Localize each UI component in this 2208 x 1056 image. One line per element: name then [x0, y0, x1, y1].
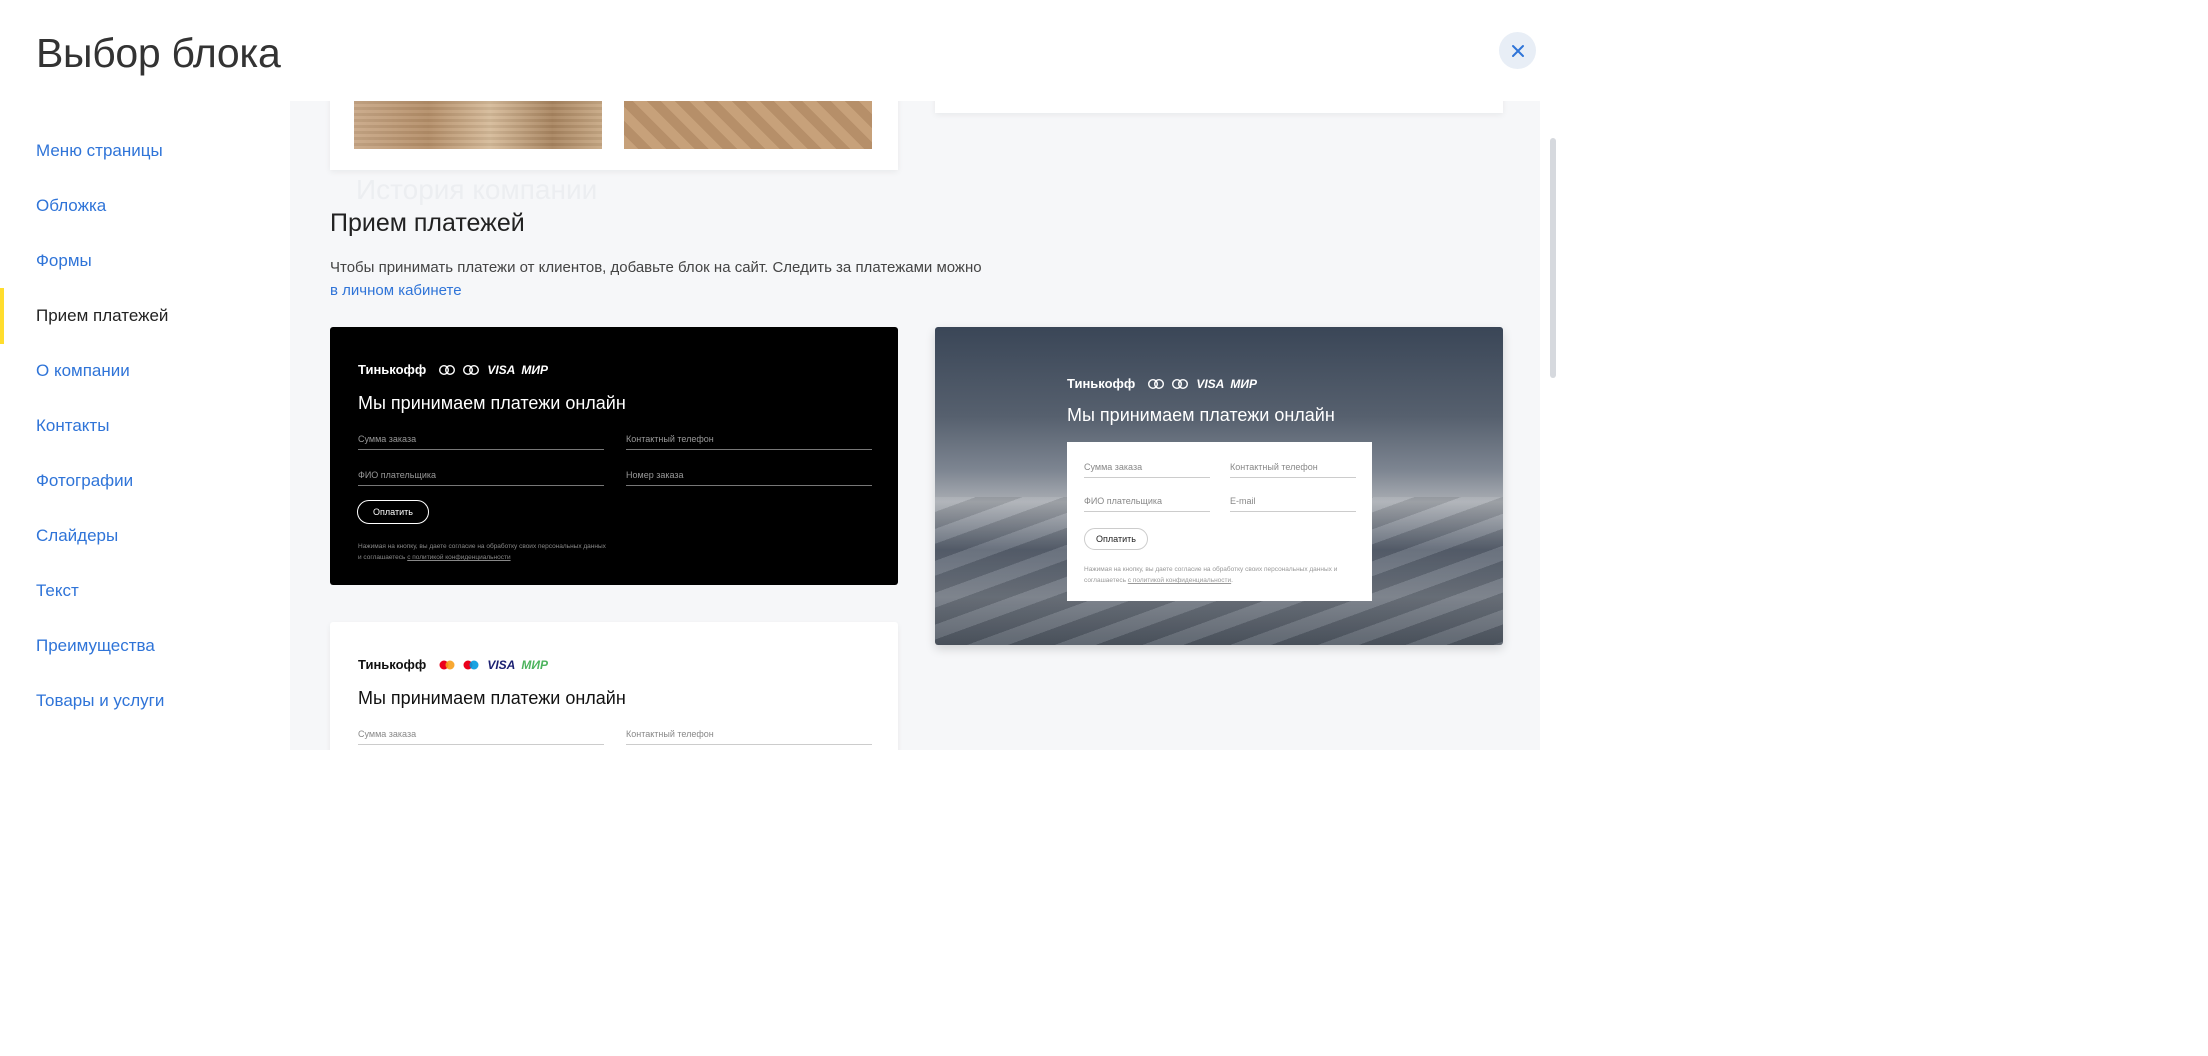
- order-sum-field: Сумма заказа: [358, 729, 604, 745]
- wood-floor-image: [354, 101, 602, 149]
- brand-row: Тинькофф VISA МИР: [1067, 376, 1257, 391]
- phone-field: Контактный телефон: [1230, 462, 1356, 478]
- payment-heading: Мы принимаем платежи онлайн: [358, 688, 626, 708]
- visa-logo: VISA: [1196, 376, 1225, 391]
- sidebar-item-photos[interactable]: Фотографии: [36, 471, 133, 491]
- payment-block-light[interactable]: Тинькофф VISA МИР Мы принимаем платежи о…: [330, 622, 898, 750]
- brand-name: Тинькофф: [358, 657, 427, 672]
- privacy-policy-link: с политикой конфиденциальности: [1127, 577, 1232, 584]
- visa-logo: VISA: [487, 657, 516, 672]
- payment-heading: Мы принимаем платежи онлайн: [358, 393, 626, 413]
- order-number-field: Номер заказа: [626, 470, 872, 486]
- block-gallery: История компании Прием платежей Чтобы пр…: [290, 101, 1540, 750]
- sidebar-item-contacts[interactable]: Контакты: [36, 416, 109, 436]
- payer-name-field: ФИО плательщика: [358, 470, 604, 486]
- sidebar-item-about[interactable]: О компании: [36, 361, 130, 381]
- sidebar-item-text[interactable]: Текст: [36, 581, 79, 601]
- mir-logo: МИР: [521, 362, 548, 377]
- herringbone-floor-image: [624, 101, 872, 149]
- personal-account-link[interactable]: в личном кабинете: [330, 282, 462, 299]
- visa-logo: VISA: [487, 362, 516, 377]
- section-description: Чтобы принимать платежи от клиентов, доб…: [330, 256, 1010, 302]
- payment-heading: Мы принимаем платежи онлайн: [1067, 405, 1335, 425]
- close-button[interactable]: [1499, 32, 1536, 69]
- section-description-text: Чтобы принимать платежи от клиентов, доб…: [330, 259, 982, 276]
- consent-text: Нажимая на кнопку, вы даете согласие на …: [358, 541, 608, 563]
- sidebar-item-advantages[interactable]: Преимущества: [36, 636, 155, 656]
- mir-logo: МИР: [1230, 376, 1257, 391]
- payment-block-dark[interactable]: Тинькофф VISA МИР Мы принимаем платежи о…: [330, 327, 898, 585]
- brand-row: Тинькофф VISA МИР: [358, 657, 548, 672]
- block-category-sidebar: Меню страницы Обложка Формы Прием платеж…: [0, 101, 290, 750]
- mastercard-icon: [439, 364, 456, 375]
- order-sum-field: Сумма заказа: [358, 434, 604, 450]
- modal-header: Выбор блока: [0, 0, 1568, 101]
- brand-name: Тинькофф: [1067, 376, 1136, 391]
- brand-name: Тинькофф: [358, 362, 427, 377]
- payment-block-mountain[interactable]: Тинькофф VISA МИР Мы принимаем платежи о…: [935, 327, 1503, 645]
- privacy-policy-link: с политикой конфиденциальности: [407, 554, 511, 561]
- active-indicator: [0, 288, 4, 344]
- close-icon: [1511, 44, 1524, 57]
- page-title: Выбор блока: [36, 30, 281, 76]
- sidebar-item-products[interactable]: Товары и услуги: [36, 691, 164, 711]
- payer-name-field: ФИО плательщика: [1084, 496, 1210, 512]
- phone-field: Контактный телефон: [626, 729, 872, 745]
- previous-block-preview[interactable]: [330, 101, 898, 170]
- maestro-icon: [1172, 378, 1189, 389]
- section-title: Прием платежей: [330, 209, 525, 237]
- consent-text: Нажимая на кнопку, вы даете согласие на …: [1084, 564, 1344, 586]
- previous-block-preview-right[interactable]: [935, 101, 1503, 113]
- ghost-section-heading: История компании: [356, 174, 598, 205]
- sidebar-item-payments[interactable]: Прием платежей: [36, 306, 168, 326]
- maestro-icon: [463, 364, 480, 375]
- mastercard-icon: [439, 660, 455, 670]
- phone-field: Контактный телефон: [626, 434, 872, 450]
- sidebar-item-sliders[interactable]: Слайдеры: [36, 526, 118, 546]
- sidebar-item-cover[interactable]: Обложка: [36, 196, 106, 216]
- pay-button: Оплатить: [1084, 528, 1148, 550]
- email-field: E-mail: [1230, 496, 1356, 512]
- pay-button: Оплатить: [357, 500, 429, 524]
- maestro-icon: [463, 660, 479, 670]
- mastercard-icon: [1148, 378, 1165, 389]
- sidebar-item-forms[interactable]: Формы: [36, 251, 92, 271]
- consent-end: .: [1231, 577, 1233, 584]
- order-sum-field: Сумма заказа: [1084, 462, 1210, 478]
- brand-row: Тинькофф VISA МИР: [358, 362, 548, 377]
- sidebar-item-page-menu[interactable]: Меню страницы: [36, 141, 163, 161]
- scrollbar-thumb[interactable]: [1550, 138, 1556, 378]
- payment-form-panel: Сумма заказа Контактный телефон ФИО плат…: [1067, 442, 1372, 601]
- mir-logo: МИР: [521, 657, 548, 672]
